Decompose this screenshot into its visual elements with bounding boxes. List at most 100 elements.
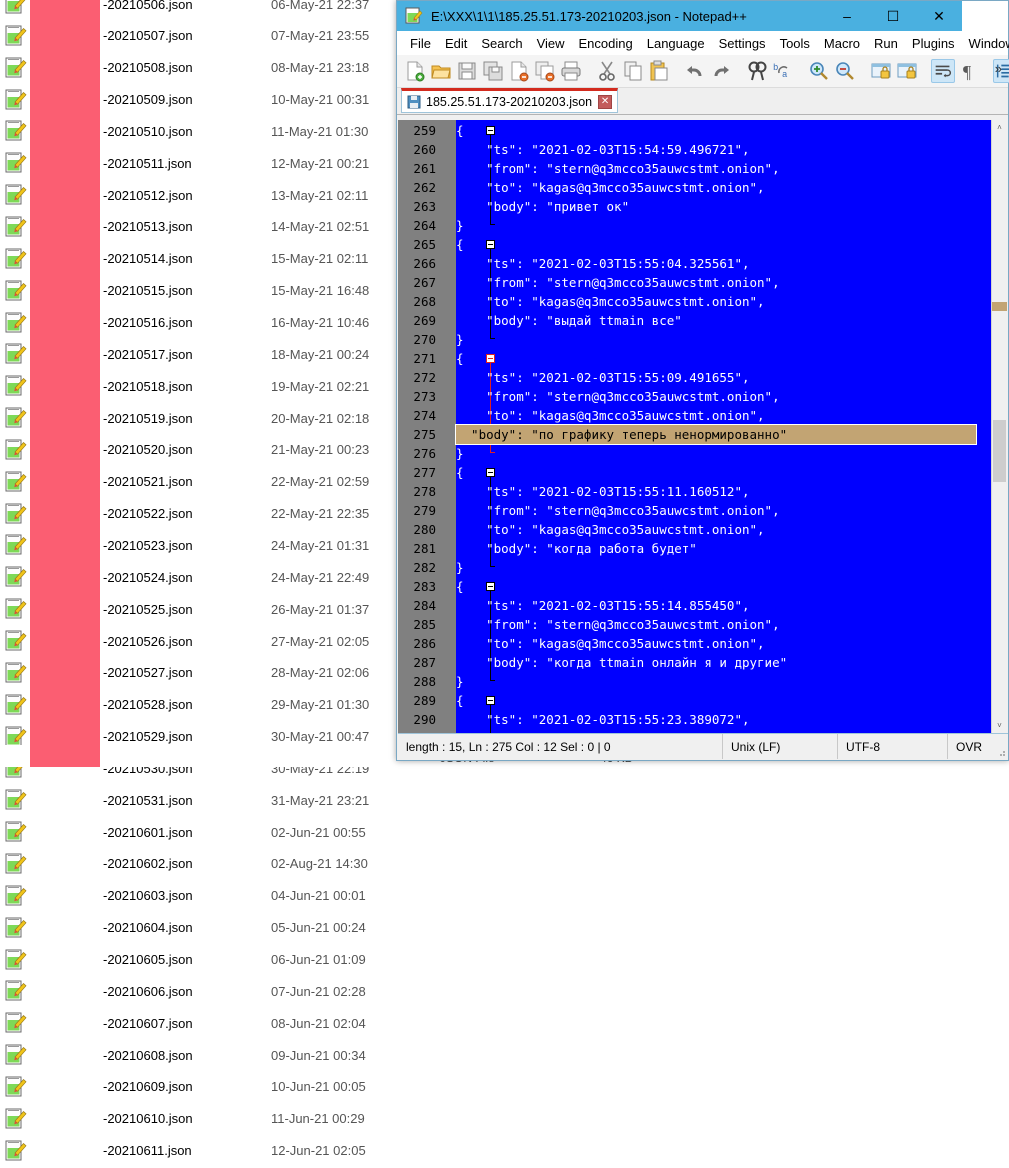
menu-item-settings[interactable]: Settings	[712, 34, 773, 53]
code-text-area[interactable]: { "ts": "2021-02-03T15:54:59.496721", "f…	[455, 120, 990, 733]
menu-item-encoding[interactable]: Encoding	[572, 34, 640, 53]
replace-icon[interactable]: ba	[771, 59, 795, 83]
code-line[interactable]: "ts": "2021-02-03T15:55:14.855450",	[456, 596, 749, 615]
toolbar[interactable]: ba ¶ »	[397, 55, 1009, 88]
menu-item-file[interactable]: File	[403, 34, 438, 53]
save-icon[interactable]	[455, 59, 479, 83]
code-line[interactable]: "ts": "2021-02-03T15:54:59.496721",	[456, 140, 749, 159]
code-line[interactable]: "from": "stern@q3mcco35auwcstmt.onion",	[456, 387, 780, 406]
code-line[interactable]: }	[456, 558, 464, 577]
code-line[interactable]: }	[456, 672, 464, 691]
open-file-icon[interactable]	[429, 59, 453, 83]
tabbar[interactable]: 185.25.51.173-20210203.json ✕	[397, 88, 1008, 115]
cut-icon[interactable]	[595, 59, 619, 83]
tab-185-25-51-173-20210203-json[interactable]: 185.25.51.173-20210203.json ✕	[401, 88, 619, 113]
paste-icon[interactable]	[647, 59, 671, 83]
code-line[interactable]: "from": "stern@q3mcco35auwcstmt.onion",	[456, 273, 780, 292]
resize-grip-icon[interactable]	[996, 747, 1006, 757]
file-list-item[interactable]: -20210606.json 07-Jun-21 02:28	[0, 975, 400, 1007]
close-all-icon[interactable]	[533, 59, 557, 83]
close-button[interactable]: ✕	[916, 1, 962, 31]
menu-item-run[interactable]: Run	[867, 34, 905, 53]
close-file-icon[interactable]	[507, 59, 531, 83]
code-line[interactable]: "to": "kagas@q3mcco35auwcstmt.onion",	[456, 178, 764, 197]
code-line[interactable]: "body": "выдай ttmain все"	[456, 311, 682, 330]
menu-item-tools[interactable]: Tools	[773, 34, 817, 53]
code-line[interactable]: }	[456, 444, 464, 463]
editor-vertical-scrollbar[interactable]: ˄ ˅	[991, 120, 1007, 733]
code-line[interactable]: "to": "kagas@q3mcco35auwcstmt.onion",	[456, 520, 764, 539]
file-list-item[interactable]: -20210531.json 31-May-21 23:21	[0, 784, 400, 816]
find-icon[interactable]	[745, 59, 769, 83]
code-line[interactable]: }	[456, 216, 464, 235]
code-line[interactable]: "ts": "2021-02-03T15:55:04.325561",	[456, 254, 749, 273]
toolbar-overflow-icon[interactable]: »	[995, 61, 1002, 76]
code-line[interactable]: "ts": "2021-02-03T15:55:09.491655",	[456, 368, 749, 387]
code-folding-margin[interactable]	[440, 120, 495, 733]
code-line-selected[interactable]: "body": "по графику теперь ненормированн…	[455, 424, 977, 445]
code-line[interactable]: "from": "stern@q3mcco35auwcstmt.onion",	[456, 615, 780, 634]
code-line[interactable]: {	[456, 463, 464, 482]
save-all-icon[interactable]	[481, 59, 505, 83]
window-titlebar[interactable]: E:\XXX\1\1\185.25.51.173-20210203.json -…	[397, 1, 1008, 31]
file-list-item[interactable]: -20210601.json 02-Jun-21 00:55	[0, 816, 400, 848]
code-line[interactable]: {	[456, 235, 464, 254]
zoom-in-icon[interactable]	[807, 59, 831, 83]
code-line[interactable]: }	[456, 330, 464, 349]
file-list-item[interactable]: -20210602.json 02-Aug-21 14:30	[0, 848, 400, 880]
file-list-item[interactable]: -20210603.json 04-Jun-21 00:01	[0, 880, 400, 912]
status-encoding[interactable]: UTF-8	[838, 734, 948, 759]
print-icon[interactable]	[559, 59, 583, 83]
code-line[interactable]: "to": "kagas@q3mcco35auwcstmt.onion",	[456, 406, 764, 425]
file-list-item[interactable]: -20210604.json 05-Jun-21 00:24	[0, 912, 400, 944]
menu-item-view[interactable]: View	[530, 34, 572, 53]
sync-vertical-scroll-icon[interactable]	[869, 59, 893, 83]
code-line[interactable]: "ts": "2021-02-03T15:55:11.160512",	[456, 482, 749, 501]
undo-icon[interactable]	[683, 59, 707, 83]
code-editor[interactable]: 259 260 261 262 263 264 265 266 267 268 269 270 271 2…	[398, 120, 1007, 733]
menu-item-plugins[interactable]: Plugins	[905, 34, 962, 53]
menu-item-window[interactable]: Window	[962, 34, 1009, 53]
notepad-plus-plus-window[interactable]: E:\XXX\1\1\185.25.51.173-20210203.json -…	[396, 0, 1009, 761]
file-list-item[interactable]: -20210610.json 11-Jun-21 00:29	[0, 1103, 400, 1135]
zoom-out-icon[interactable]	[833, 59, 857, 83]
file-list-item[interactable]: -20210607.json 08-Jun-21 02:04	[0, 1007, 400, 1039]
code-line[interactable]: "body": "привет ок"	[456, 197, 629, 216]
menu-item-search[interactable]: Search	[474, 34, 529, 53]
minimize-button[interactable]: –	[824, 1, 870, 31]
status-insert-mode[interactable]: OVR	[948, 734, 1000, 759]
code-line[interactable]: {	[456, 121, 464, 140]
maximize-button[interactable]: ☐	[870, 1, 916, 31]
tab-close-icon[interactable]: ✕	[598, 94, 613, 109]
code-line[interactable]: {	[456, 691, 464, 710]
menu-item-language[interactable]: Language	[640, 34, 712, 53]
sync-horizontal-scroll-icon[interactable]	[895, 59, 919, 83]
code-line[interactable]: "from": "stern@q3mcco35auwcstmt.onion",	[456, 501, 780, 520]
copy-icon[interactable]	[621, 59, 645, 83]
file-list-item[interactable]: -20210609.json 10-Jun-21 00:05	[0, 1071, 400, 1103]
code-line[interactable]: "body": "когда ttmain онлайн я и другие"	[456, 653, 787, 672]
scrollbar-thumb[interactable]	[993, 420, 1006, 482]
scroll-down-arrow-icon[interactable]: ˅	[992, 718, 1007, 733]
status-line-ending[interactable]: Unix (LF)	[723, 734, 838, 759]
file-list-item[interactable]: -20210608.json 09-Jun-21 00:34	[0, 1039, 400, 1071]
code-line[interactable]: "to": "kagas@q3mcco35auwcstmt.onion",	[456, 634, 764, 653]
code-line[interactable]: "body": "когда работа будет"	[456, 539, 697, 558]
word-wrap-icon[interactable]	[931, 59, 955, 83]
file-list-item[interactable]: -20210611.json 12-Jun-21 02:05	[0, 1135, 400, 1167]
scroll-up-arrow-icon[interactable]: ˄	[992, 120, 1007, 135]
new-file-icon[interactable]	[403, 59, 427, 83]
file-list-item[interactable]: -20210605.json 06-Jun-21 01:09	[0, 944, 400, 976]
redo-icon[interactable]	[709, 59, 733, 83]
code-line[interactable]: "ts": "2021-02-03T15:55:23.389072",	[456, 710, 749, 729]
svg-text:a: a	[782, 70, 788, 80]
menu-item-macro[interactable]: Macro	[817, 34, 867, 53]
file-name: -20210601.json	[103, 824, 193, 840]
code-line[interactable]: {	[456, 577, 464, 596]
menu-item-edit[interactable]: Edit	[438, 34, 474, 53]
code-line[interactable]: {	[456, 349, 464, 368]
menubar[interactable]: File Edit Search View Encoding Language Settin…	[397, 31, 1009, 55]
show-all-characters-icon[interactable]: ¶	[957, 59, 981, 83]
code-line[interactable]: "to": "kagas@q3mcco35auwcstmt.onion",	[456, 292, 764, 311]
code-line[interactable]: "from": "stern@q3mcco35auwcstmt.onion",	[456, 159, 780, 178]
